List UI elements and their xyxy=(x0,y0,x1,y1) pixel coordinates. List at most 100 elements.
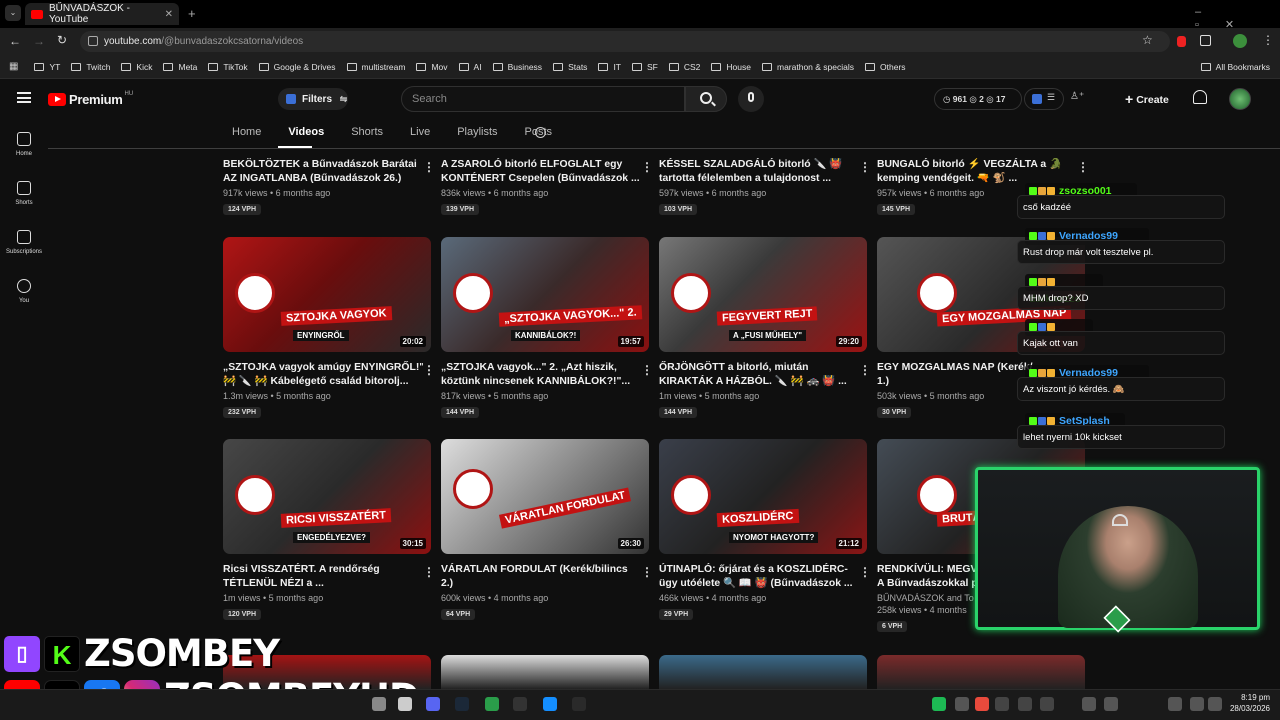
video-title-line1[interactable]: KÉSSEL SZALADGÁLÓ bitorló 🔪 👹 xyxy=(659,158,859,172)
battlenet-icon[interactable] xyxy=(543,697,557,711)
youtube-logo[interactable]: Premium HU xyxy=(48,91,133,107)
bookmark-folder[interactable]: Stats xyxy=(553,62,587,72)
voice-search-button[interactable] xyxy=(738,86,764,112)
video-title-line2[interactable]: KIRAKTÁK A HÁZBÓL. 🔪 🚧 🚓 👹 ... xyxy=(659,375,859,389)
bookmark-folder[interactable]: Mov xyxy=(416,62,448,72)
bookmark-folder[interactable]: Twitch xyxy=(71,62,110,72)
extension-pill-2[interactable]: ☰ xyxy=(1024,88,1064,110)
network-icon[interactable] xyxy=(1082,697,1096,711)
video-more-icon[interactable]: ⋮ xyxy=(641,364,653,376)
steam-tray-icon[interactable] xyxy=(995,697,1009,711)
channel-search-icon[interactable] xyxy=(535,127,546,138)
video-title-line2[interactable]: tartotta félelemben a tulajdonost ... xyxy=(659,172,859,186)
apps-grid-icon[interactable]: ▦ xyxy=(9,61,18,72)
filters-button[interactable]: Filters ⇋ xyxy=(278,88,348,110)
video-thumbnail[interactable] xyxy=(877,655,1085,689)
bookmark-folder[interactable]: SF xyxy=(632,62,658,72)
account-avatar[interactable] xyxy=(1229,88,1251,110)
video-more-icon[interactable]: ⋮ xyxy=(423,566,435,578)
extension-trophy-icon[interactable]: ♙⁺ xyxy=(1070,91,1084,102)
browser-menu-icon[interactable]: ⋮ xyxy=(1262,33,1274,47)
video-title-line1[interactable]: ŐRJÖNGÖTT a bitorló, miután xyxy=(659,361,859,375)
close-tab-icon[interactable]: ✕ xyxy=(165,9,173,20)
chrome-icon[interactable] xyxy=(975,697,989,711)
url-input[interactable]: youtube.com/@bunvadaszokcsatorna/videos xyxy=(80,31,1170,52)
bookmark-folder[interactable]: CS2 xyxy=(668,62,700,72)
tab-videos[interactable]: Videos xyxy=(288,126,324,138)
new-tab-button[interactable]: + xyxy=(188,6,196,21)
site-info-icon[interactable] xyxy=(88,36,98,46)
bookmark-folder[interactable]: AI xyxy=(458,62,482,72)
video-thumbnail[interactable]: SZTOJKA VAGYOK ENYINGRŐL 20:02 xyxy=(223,237,431,352)
close-tray-icon[interactable] xyxy=(1040,697,1054,711)
video-title-line2[interactable]: ügy utóélete 🔍 📖 👹 (Bűnvadászok ... xyxy=(659,577,859,591)
bookmark-folder[interactable]: TikTok xyxy=(208,62,248,72)
obs-icon[interactable] xyxy=(513,697,527,711)
extension-red-icon[interactable] xyxy=(1177,36,1186,47)
spotify-icon[interactable] xyxy=(932,697,946,711)
video-thumbnail[interactable]: KOSZLIDÉRC NYOMOT HAGYOTT? 21:12 xyxy=(659,439,867,554)
github-icon[interactable] xyxy=(1018,697,1032,711)
discord-tray-icon[interactable] xyxy=(955,697,969,711)
sidebar-item-home[interactable]: Home xyxy=(0,120,48,169)
video-more-icon[interactable]: ⋮ xyxy=(641,161,653,173)
sidebar-item-shorts[interactable]: Shorts xyxy=(0,169,48,218)
video-title-line1[interactable]: „SZTOJKA vagyok..." 2. „Azt hiszik, xyxy=(441,361,641,375)
sidebar-item-you[interactable]: You xyxy=(0,267,48,316)
bookmark-folder[interactable]: multistream xyxy=(346,62,405,72)
bookmark-folder[interactable]: marathon & specials xyxy=(762,62,854,72)
video-thumbnail[interactable]: „SZTOJKA VAGYOK..." 2. KANNIBÁLOK?! 19:57 xyxy=(441,237,649,352)
video-title-line1[interactable]: ÚTINAPLÓ: őrjárat és a KOSZLIDÉRC- xyxy=(659,563,859,577)
video-more-icon[interactable]: ⋮ xyxy=(423,364,435,376)
bookmark-folder[interactable]: Others xyxy=(865,62,906,72)
bookmark-folder[interactable]: YT xyxy=(34,62,60,72)
extension-stats-pill[interactable]: ◷ 961 ◎ 2 ◎ 17 xyxy=(934,88,1022,110)
bookmark-folder[interactable]: Business xyxy=(492,62,542,72)
tab-playlists[interactable]: Playlists xyxy=(457,126,497,138)
bookmark-star-icon[interactable]: ☆ xyxy=(1142,33,1153,47)
video-thumbnail[interactable]: RICSI VISSZATÉRT ENGEDÉLYEZVE? 30:15 xyxy=(223,439,431,554)
video-title-line1[interactable]: BEKÖLTÖZTEK a Bűnvadászok Barátai xyxy=(223,158,423,172)
profile-avatar-icon[interactable] xyxy=(1233,34,1247,48)
video-title-line1[interactable]: „SZTOJKA vagyok amúgy ENYINGRŐL!" xyxy=(223,361,423,375)
video-title-line2[interactable]: köztünk nincsenek KANNIBÁLOK?!"... xyxy=(441,375,641,389)
video-thumbnail[interactable] xyxy=(659,655,867,689)
video-title-line1[interactable]: A ZSAROLÓ bitorló ELFOGLALT egy xyxy=(441,158,641,172)
settings-icon[interactable] xyxy=(1208,697,1222,711)
notifications-bell-icon[interactable] xyxy=(1193,90,1207,104)
kick-app-icon[interactable] xyxy=(485,697,499,711)
video-title-line2[interactable]: 2.) xyxy=(441,577,641,591)
all-bookmarks[interactable]: All Bookmarks xyxy=(1200,62,1270,72)
video-title-line1[interactable]: Ricsi VISSZATÉRT. A rendőrség xyxy=(223,563,423,577)
tab-search-button[interactable]: ⌄ xyxy=(5,5,21,21)
video-title-line2[interactable]: KONTÉNERT Csepelen (Bűnvadászok ... xyxy=(441,172,641,186)
search-input[interactable]: Search xyxy=(401,86,685,112)
bookmark-folder[interactable]: House xyxy=(711,62,751,72)
bookmark-folder[interactable]: Kick xyxy=(121,62,152,72)
hamburger-menu-icon[interactable] xyxy=(17,92,31,103)
video-more-icon[interactable]: ⋮ xyxy=(859,161,871,173)
video-title-line2[interactable]: TÉTLENÜL NÉZI a ... xyxy=(223,577,423,591)
create-button[interactable]: + Create xyxy=(1118,88,1180,110)
extensions-puzzle-icon[interactable] xyxy=(1200,35,1211,46)
speaker-icon[interactable] xyxy=(1168,697,1182,711)
wifi-icon[interactable] xyxy=(1104,697,1118,711)
video-more-icon[interactable]: ⋮ xyxy=(423,161,435,173)
video-title-line2[interactable]: 🚧 🔪 🚧 Kábelégető család bitorolj... xyxy=(223,375,423,389)
bookmark-folder[interactable]: Meta xyxy=(163,62,197,72)
windows-start-icon[interactable] xyxy=(372,697,386,711)
epic-games-icon[interactable] xyxy=(572,697,586,711)
discord-icon[interactable] xyxy=(426,697,440,711)
files-icon[interactable] xyxy=(398,697,412,711)
tab-shorts[interactable]: Shorts xyxy=(351,126,383,138)
bookmark-folder[interactable]: IT xyxy=(598,62,621,72)
steam-icon[interactable] xyxy=(455,697,469,711)
video-thumbnail[interactable]: FEGYVERT REJT A „FUSI MŰHELY" 29:20 xyxy=(659,237,867,352)
reload-icon[interactable]: ↻ xyxy=(57,33,67,47)
video-title-line2[interactable]: AZ INGATLANBA (Bűnvadászok 26.) xyxy=(223,172,423,186)
back-icon[interactable]: ← xyxy=(9,34,21,48)
browser-tab[interactable]: BŰNVADÁSZOK - YouTube ✕ xyxy=(25,3,179,25)
tab-home[interactable]: Home xyxy=(232,126,261,138)
sidebar-item-subscriptions[interactable]: Subscriptions xyxy=(0,218,48,267)
video-more-icon[interactable]: ⋮ xyxy=(859,364,871,376)
